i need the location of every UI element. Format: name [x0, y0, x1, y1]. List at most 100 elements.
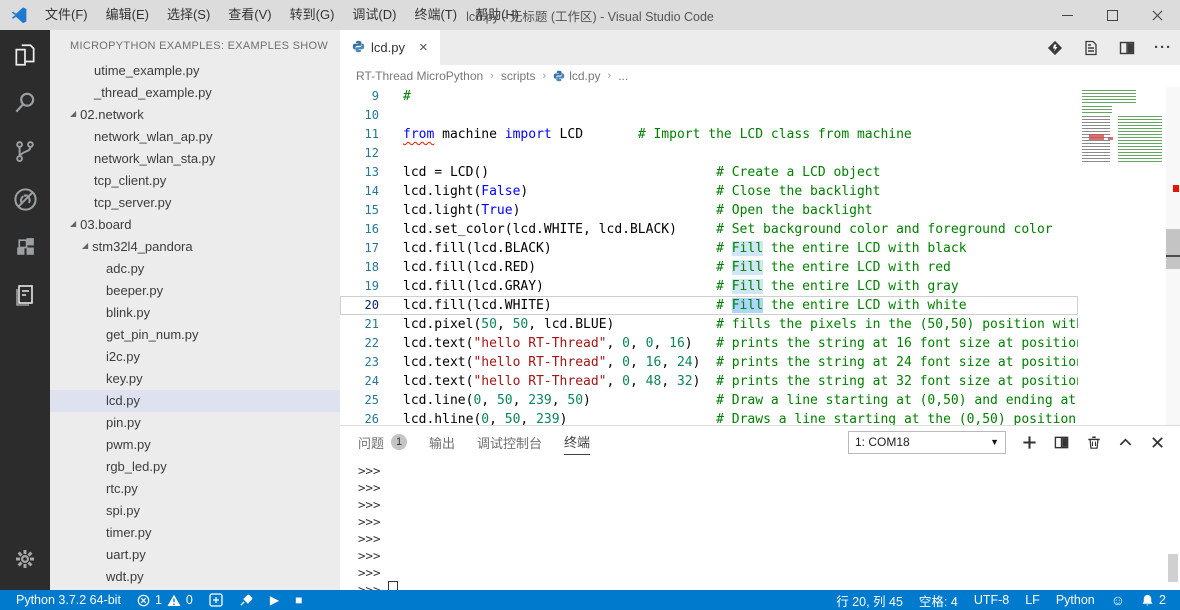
line-number: 21	[340, 315, 379, 334]
panel-tab-label: 终端	[564, 432, 590, 451]
panel-tab-3[interactable]: 终端	[564, 430, 590, 455]
tree-item-timer-py[interactable]: timer.py	[50, 522, 340, 544]
new-terminal-icon[interactable]	[1021, 434, 1038, 451]
panel-tab-2[interactable]: 调试控制台	[477, 430, 542, 454]
explorer-icon[interactable]	[0, 32, 50, 78]
notifications-button[interactable]: 2	[1133, 590, 1174, 610]
menu-item-2[interactable]: 选择(S)	[158, 0, 219, 30]
serial-port-select[interactable]: 1: COM18 ▼	[848, 431, 1006, 454]
repl-line: >>>	[358, 479, 1180, 496]
tree-item-label: utime_example.py	[94, 60, 200, 82]
indentation-status[interactable]: 空格: 4	[911, 590, 966, 610]
tree-item-wdt-py[interactable]: wdt.py	[50, 566, 340, 588]
settings-gear-icon[interactable]	[0, 536, 50, 582]
language-label: Python	[1056, 593, 1095, 607]
code-line-22: 22lcd.text("hello RT-Thread", 0, 0, 16) …	[340, 334, 1078, 353]
cursor-position[interactable]: 行 20, 列 45	[828, 590, 911, 610]
minimize-button[interactable]	[1045, 0, 1090, 30]
tree-item-lcd-py[interactable]: lcd.py	[50, 390, 340, 412]
panel-tab-label: 输出	[429, 433, 455, 452]
minimap-code-preview	[1082, 106, 1112, 113]
tree-item-adc-py[interactable]: adc.py	[50, 258, 340, 280]
hex-view-icon[interactable]	[1082, 39, 1100, 57]
scrollbar-thumb[interactable]	[1166, 229, 1180, 269]
tree-item--thread-example-py[interactable]: _thread_example.py	[50, 82, 340, 104]
tree-item-get-pin-num-py[interactable]: get_pin_num.py	[50, 324, 340, 346]
debug-disabled-icon[interactable]	[0, 176, 50, 222]
stop-button[interactable]: ■	[287, 590, 310, 610]
connect-device-button[interactable]	[231, 590, 262, 610]
code-line-21: 21lcd.pixel(50, 50, lcd.BLUE) # fills th…	[340, 315, 1078, 334]
menu-item-3[interactable]: 查看(V)	[219, 0, 280, 30]
tree-item-tcp-client-py[interactable]: tcp_client.py	[50, 170, 340, 192]
tree-item-i2c-py[interactable]: i2c.py	[50, 346, 340, 368]
tree-item-stm32l4-pandora[interactable]: ◢stm32l4_pandora	[50, 236, 340, 258]
micropython-examples-icon[interactable]	[0, 272, 50, 318]
problems-status[interactable]: 1 0	[129, 590, 201, 610]
run-button[interactable]: ▶	[262, 590, 287, 610]
menu-item-0[interactable]: 文件(F)	[36, 0, 97, 30]
close-window-button[interactable]	[1135, 0, 1180, 30]
breadcrumb-item-1[interactable]: scripts	[501, 69, 536, 83]
new-project-button[interactable]	[201, 590, 231, 610]
line-number: 25	[340, 391, 379, 410]
maximize-button[interactable]	[1090, 0, 1135, 30]
tab-close-icon[interactable]: ×	[419, 39, 428, 56]
close-panel-icon[interactable]	[1149, 434, 1166, 451]
split-editor-icon[interactable]	[1118, 39, 1136, 57]
minimize-icon	[1062, 15, 1073, 16]
tree-item-pin-py[interactable]: pin.py	[50, 412, 340, 434]
current-line-marker	[1166, 255, 1180, 257]
kill-terminal-icon[interactable]	[1085, 434, 1102, 451]
code-editor[interactable]: 9#1011from machine import LCD # Import t…	[340, 87, 1078, 425]
tree-item-uart-py[interactable]: uart.py	[50, 544, 340, 566]
tree-item-spi-py[interactable]: spi.py	[50, 500, 340, 522]
search-icon[interactable]	[0, 80, 50, 126]
tab-lcd-py[interactable]: lcd.py ×	[340, 30, 440, 65]
tree-item-03-board[interactable]: ◢03.board	[50, 214, 340, 236]
terminal-output[interactable]: >>>>>>>>>>>>>>>>>>>>>>>>	[340, 456, 1180, 598]
maximize-panel-icon[interactable]	[1117, 434, 1134, 451]
menu-item-1[interactable]: 编辑(E)	[97, 0, 158, 30]
tree-item-02-network[interactable]: ◢02.network	[50, 104, 340, 126]
more-actions-icon[interactable]: ···	[1154, 39, 1172, 57]
source-control-icon[interactable]	[0, 128, 50, 174]
tree-item-network-wlan-ap-py[interactable]: network_wlan_ap.py	[50, 126, 340, 148]
breadcrumb-item-2[interactable]: lcd.py	[553, 69, 600, 83]
tree-item-tcp-server-py[interactable]: tcp_server.py	[50, 192, 340, 214]
stop-icon: ■	[295, 593, 302, 607]
feedback-button[interactable]: ☺	[1103, 590, 1133, 610]
tree-item-rgb-led-py[interactable]: rgb_led.py	[50, 456, 340, 478]
tree-item-utime-example-py[interactable]: utime_example.py	[50, 60, 340, 82]
tree-item-blink-py[interactable]: blink.py	[50, 302, 340, 324]
panel-tab-1[interactable]: 输出	[429, 430, 455, 454]
code-text: lcd.line(0, 50, 239, 50) # Draw a line s…	[403, 391, 1078, 410]
line-number: 17	[340, 239, 379, 258]
python-interpreter-status[interactable]: Python 3.7.2 64-bit	[8, 590, 129, 610]
tree-item-label: network_wlan_ap.py	[94, 126, 213, 148]
breadcrumb-item-0[interactable]: RT-Thread MicroPython	[356, 69, 483, 83]
extensions-icon[interactable]	[0, 224, 50, 270]
split-terminal-icon[interactable]	[1053, 434, 1070, 451]
menu-item-6[interactable]: 终端(T)	[405, 0, 466, 30]
encoding-status[interactable]: UTF-8	[966, 590, 1017, 610]
vscode-window: 文件(F)编辑(E)选择(S)查看(V)转到(G)调试(D)终端(T)帮助(H)…	[0, 0, 1180, 610]
tree-item-label: adc.py	[106, 258, 144, 280]
tree-item-network-wlan-sta-py[interactable]: network_wlan_sta.py	[50, 148, 340, 170]
language-mode[interactable]: Python	[1048, 590, 1103, 610]
run-code-icon[interactable]	[1046, 39, 1064, 57]
tree-item-pwm-py[interactable]: pwm.py	[50, 434, 340, 456]
menu-item-4[interactable]: 转到(G)	[281, 0, 344, 30]
breadcrumb-item-3[interactable]: ...	[618, 69, 628, 83]
minimap[interactable]	[1078, 87, 1166, 425]
tree-item-key-py[interactable]: key.py	[50, 368, 340, 390]
code-text: lcd.set_color(lcd.WHITE, lcd.BLACK) # Se…	[403, 220, 1053, 239]
panel-tab-0[interactable]: 问题1	[358, 430, 407, 454]
code-line-17: 17lcd.fill(lcd.BLACK) # Fill the entire …	[340, 239, 1078, 258]
line-number: 12	[340, 144, 379, 163]
eol-status[interactable]: LF	[1017, 590, 1048, 610]
tree-item-beeper-py[interactable]: beeper.py	[50, 280, 340, 302]
terminal-scrollbar-thumb[interactable]	[1168, 554, 1178, 582]
tree-item-rtc-py[interactable]: rtc.py	[50, 478, 340, 500]
menu-item-5[interactable]: 调试(D)	[343, 0, 405, 30]
